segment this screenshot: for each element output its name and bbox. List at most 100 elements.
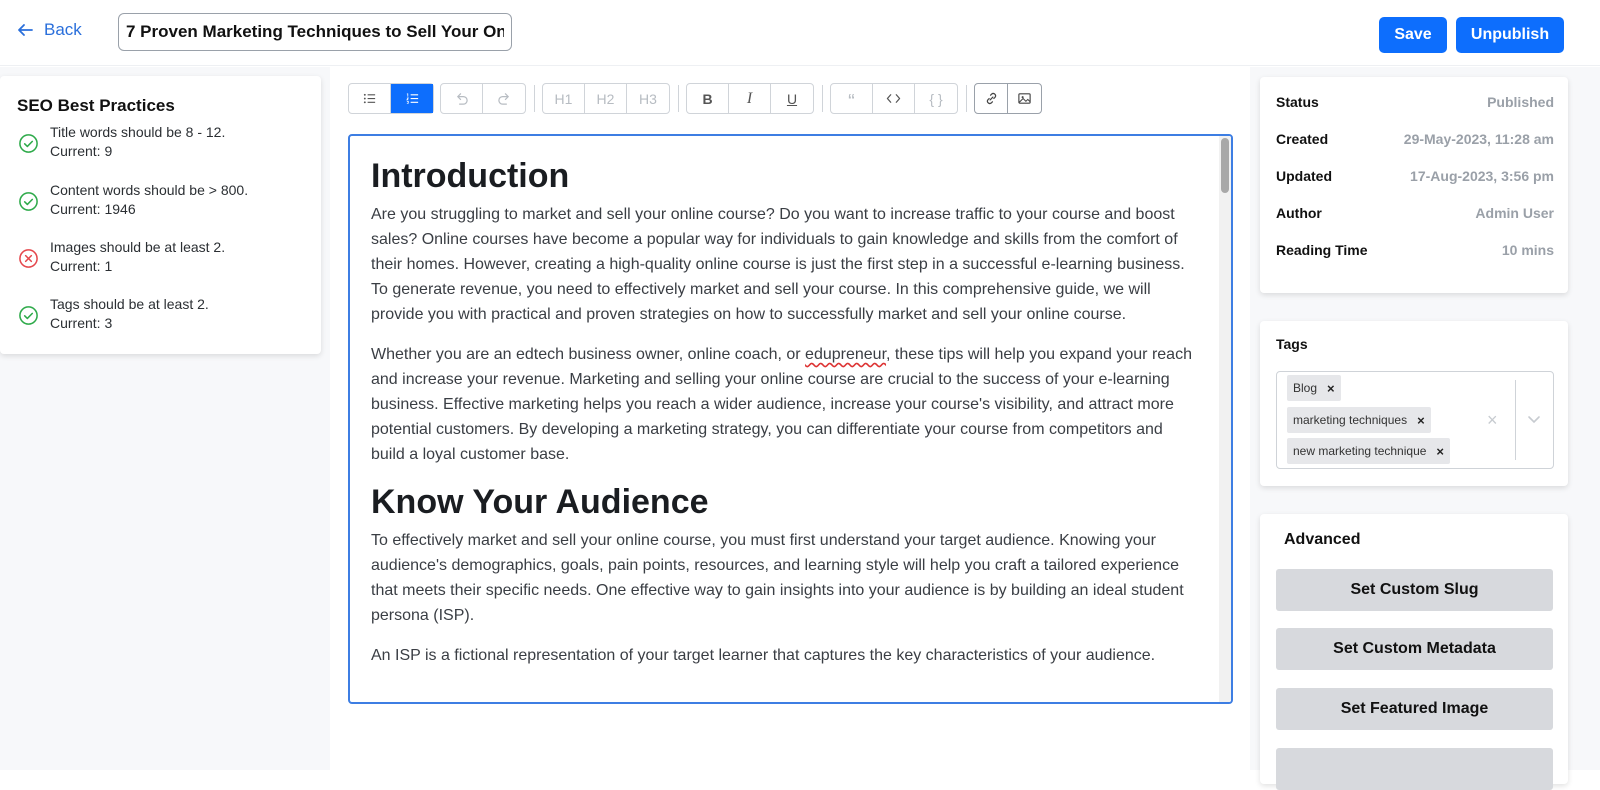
advanced-action-button[interactable]	[1276, 748, 1553, 790]
check-circle-icon	[19, 306, 38, 325]
tags-label: Tags	[1276, 336, 1308, 352]
reading-time-value: 10 mins	[1501, 242, 1554, 258]
seo-current: Current: 9	[50, 143, 113, 159]
code-icon	[886, 94, 901, 103]
seo-rule: Images should be at least 2.	[50, 239, 226, 255]
paragraph-text: Whether you are an edtech business owner…	[371, 346, 806, 363]
unpublish-button[interactable]: Unpublish	[1456, 17, 1564, 53]
link-button[interactable]	[975, 84, 1008, 113]
heading2-button[interactable]: H2	[585, 84, 627, 113]
post-title-input[interactable]	[118, 13, 512, 51]
content-editor[interactable]: Introduction Are you struggling to marke…	[348, 134, 1233, 704]
link-icon	[986, 92, 996, 105]
advanced-card: Advanced Set Custom Slug Set Custom Meta…	[1260, 514, 1568, 790]
seo-current: Current: 1946	[50, 201, 136, 217]
editor-scrollbar[interactable]	[1219, 136, 1231, 702]
meta-row-author: Author Admin User	[1276, 205, 1554, 221]
underline-button[interactable]: U	[771, 84, 813, 113]
arrow-left-icon	[18, 24, 33, 36]
image-icon	[1018, 93, 1031, 104]
content-paragraph[interactable]: Whether you are an edtech business owner…	[371, 342, 1201, 467]
bold-button[interactable]: B	[687, 84, 729, 113]
x-circle-icon	[19, 249, 38, 268]
toolbar-divider	[534, 85, 535, 112]
undo-icon	[457, 93, 468, 105]
seo-title: SEO Best Practices	[17, 96, 175, 115]
toolbar-divider	[966, 85, 967, 112]
seo-item: Tags should be at least 2. Current: 3	[18, 295, 209, 333]
blockquote-button[interactable]: “	[831, 84, 873, 113]
tags-card: Tags Blog × marketing techniques × new m…	[1260, 321, 1568, 486]
meta-label: Reading Time	[1276, 242, 1368, 258]
back-button[interactable]: Back	[16, 20, 82, 40]
toolbar-divider	[678, 85, 679, 112]
clear-tags-button[interactable]: ×	[1487, 410, 1498, 431]
chevron-down-icon[interactable]	[1527, 412, 1541, 426]
tags-select[interactable]: Blog × marketing techniques × new market…	[1276, 371, 1554, 469]
format-group: B I U	[686, 83, 814, 114]
block-group: “ { }	[830, 83, 958, 114]
heading-group: H1 H2 H3	[542, 83, 670, 114]
seo-current: Current: 3	[50, 315, 113, 331]
history-group	[440, 83, 526, 114]
paragraph-text: , these tips will help you expand your r…	[371, 346, 1192, 463]
redo-button[interactable]	[483, 84, 525, 113]
content-paragraph[interactable]: Are you struggling to market and sell yo…	[371, 202, 1201, 327]
toolbar-divider	[822, 85, 823, 112]
content-paragraph[interactable]: To effectively market and sell your onli…	[371, 528, 1201, 628]
seo-item: Title words should be 8 - 12. Current: 9	[18, 123, 225, 161]
tag-chip: Blog ×	[1287, 375, 1341, 401]
save-button[interactable]: Save	[1379, 17, 1447, 53]
set-featured-image-button[interactable]: Set Featured Image	[1276, 688, 1553, 730]
tag-label: marketing techniques	[1293, 413, 1408, 427]
inline-code-button[interactable]	[873, 84, 915, 113]
undo-button[interactable]	[441, 84, 483, 113]
top-bar: Back Save Unpublish	[0, 0, 1600, 66]
set-custom-metadata-button[interactable]: Set Custom Metadata	[1276, 628, 1553, 670]
meta-label: Status	[1276, 94, 1319, 110]
ordered-list-icon	[405, 93, 418, 104]
seo-rule: Title words should be 8 - 12.	[50, 124, 226, 140]
editor-content[interactable]: Introduction Are you struggling to marke…	[371, 156, 1201, 683]
scrollbar-thumb[interactable]	[1221, 138, 1229, 193]
italic-button[interactable]: I	[729, 84, 771, 113]
seo-rule: Content words should be > 800.	[50, 182, 249, 198]
meta-label: Updated	[1276, 168, 1332, 184]
redo-icon	[497, 93, 509, 105]
check-circle-icon	[19, 134, 38, 153]
heading1-button[interactable]: H1	[543, 84, 585, 113]
tag-label: new marketing technique	[1293, 444, 1427, 458]
content-heading[interactable]: Know Your Audience	[371, 482, 1201, 522]
meta-row-status: Status Published	[1276, 94, 1554, 110]
remove-tag-button[interactable]: ×	[1436, 444, 1444, 459]
meta-row-created: Created 29-May-2023, 11:28 am	[1276, 131, 1554, 147]
author-value: Admin User	[1475, 205, 1554, 221]
advanced-label: Advanced	[1284, 531, 1361, 548]
seo-rule: Tags should be at least 2.	[50, 296, 209, 312]
image-button[interactable]	[1008, 84, 1041, 113]
seo-current: Current: 1	[50, 258, 113, 274]
heading3-button[interactable]: H3	[627, 84, 669, 113]
tag-label: Blog	[1293, 381, 1318, 395]
remove-tag-button[interactable]: ×	[1417, 413, 1425, 428]
code-block-button[interactable]: { }	[915, 84, 957, 113]
meta-row-updated: Updated 17-Aug-2023, 3:56 pm	[1276, 168, 1554, 184]
bullet-list-button[interactable]	[349, 84, 391, 113]
tags-divider	[1515, 380, 1516, 460]
status-value: Published	[1487, 94, 1554, 110]
meta-row-reading-time: Reading Time 10 mins	[1276, 242, 1554, 258]
updated-value: 17-Aug-2023, 3:56 pm	[1410, 168, 1554, 184]
created-value: 29-May-2023, 11:28 am	[1403, 131, 1554, 147]
content-paragraph[interactable]: An ISP is a fictional representation of …	[371, 643, 1201, 668]
meta-label: Author	[1276, 205, 1322, 221]
list-group	[348, 83, 434, 114]
seo-item: Content words should be > 800. Current: 1…	[18, 181, 248, 219]
meta-label: Created	[1276, 131, 1329, 147]
remove-tag-button[interactable]: ×	[1327, 381, 1335, 396]
check-circle-icon	[19, 192, 38, 211]
insert-group	[974, 83, 1042, 114]
set-custom-slug-button[interactable]: Set Custom Slug	[1276, 569, 1553, 611]
misspelled-word[interactable]: edupreneur	[805, 346, 886, 363]
ordered-list-button[interactable]	[391, 84, 433, 113]
content-heading[interactable]: Introduction	[371, 156, 1201, 196]
